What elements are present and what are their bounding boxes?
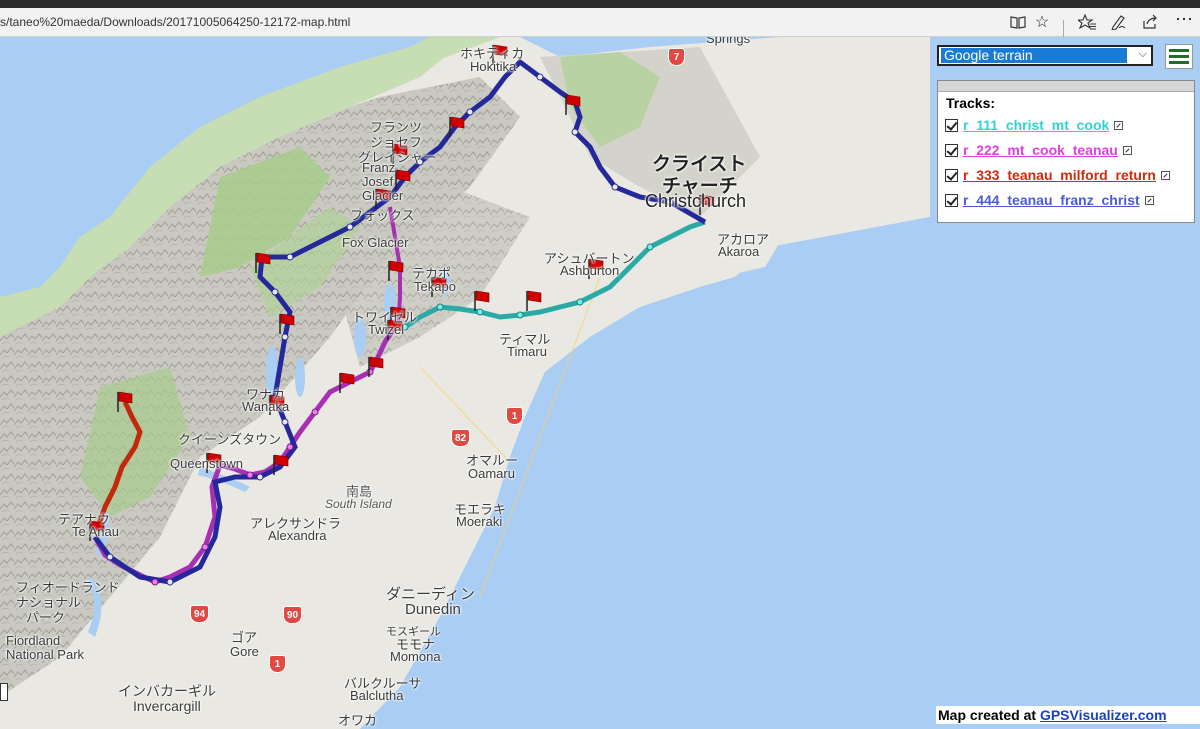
- label-momona-en: Momona: [390, 649, 441, 664]
- gpsvisualizer-link[interactable]: GPSVisualizer.com: [1040, 707, 1167, 723]
- label-owaka-jp: オワカ: [338, 713, 378, 728]
- track-4-checkbox[interactable]: [945, 193, 958, 207]
- hamburger-menu-icon[interactable]: [1165, 44, 1193, 69]
- track-3-link[interactable]: r_333_teanau_milford_return: [963, 167, 1156, 183]
- road-shield-1: 1: [506, 407, 523, 425]
- more-icon[interactable]: ⋯: [1172, 8, 1196, 30]
- label-fox-en: Fox Glacier: [342, 235, 409, 250]
- track-1-link[interactable]: r_111_christ_mt_cook: [963, 117, 1109, 133]
- favorites-hub-icon[interactable]: [1075, 11, 1099, 33]
- map-credit: Map created at GPSVisualizer.com: [936, 706, 1200, 724]
- browser-title-bar: [0, 0, 1200, 8]
- label-invercargill-en: Invercargill: [133, 698, 201, 714]
- credit-prefix: Map created at: [938, 707, 1040, 723]
- toolbar-divider: [1063, 20, 1064, 38]
- track-row-1: r_111_christ_mt_cook: [945, 115, 1124, 135]
- label-christchurch-en: Christchurch: [645, 191, 747, 211]
- track-row-2: r_222_mt_cook_teanau: [945, 140, 1132, 160]
- label-dunedin-en: Dunedin: [405, 601, 461, 618]
- track-1-checkbox[interactable]: [945, 118, 958, 132]
- road-shield-7: 7: [668, 48, 685, 66]
- label-akaroa-en: Akaroa: [718, 244, 760, 259]
- track-3-checkbox[interactable]: [945, 168, 958, 182]
- label-ashburton-en: Ashburton: [560, 263, 620, 278]
- road-shield-90: 90: [283, 606, 302, 624]
- label-wanaka-en: Wanaka: [242, 399, 290, 414]
- track-2-checkbox[interactable]: [945, 143, 958, 157]
- external-link-icon[interactable]: [1122, 145, 1132, 155]
- track-2-link[interactable]: r_222_mt_cook_teanau: [963, 142, 1118, 158]
- label-tekapo-en: Tekapo: [414, 279, 456, 294]
- label-oamaru-en: Oamaru: [468, 466, 515, 481]
- label-timaru-en: Timaru: [507, 344, 547, 359]
- label-alexandra-en: Alexandra: [268, 528, 327, 543]
- reading-view-icon[interactable]: [1006, 11, 1030, 33]
- share-icon[interactable]: [1138, 11, 1162, 33]
- track-4-link[interactable]: r_444_teanau_franz_christ: [963, 192, 1140, 208]
- label-teanau-en: Te Anau: [72, 524, 119, 539]
- label-queenstown-en: Queenstown: [170, 456, 243, 471]
- legend-title: Tracks:: [946, 95, 996, 111]
- map-type-select[interactable]: Google terrain ⌵: [937, 45, 1153, 66]
- track-row-4: r_444_teanau_franz_christ: [945, 190, 1154, 210]
- tracks-legend: Tracks: r_111_christ_mt_cook r_222_mt_co…: [937, 80, 1195, 223]
- external-link-icon[interactable]: [1114, 120, 1124, 130]
- favorite-star-icon[interactable]: ☆: [1030, 11, 1054, 33]
- label-moeraki-en: Moeraki: [456, 514, 503, 529]
- label-hokitika-en: Hokitika: [470, 59, 517, 74]
- map-type-selected-value: Google terrain: [941, 48, 1127, 63]
- label-balclutha-en: Balclutha: [350, 688, 404, 703]
- label-franz-en: Franz Josef Glacier: [362, 160, 404, 203]
- browser-toolbar: s/taneo%20maeda/Downloads/20171005064250…: [0, 8, 1200, 38]
- pen-icon[interactable]: [1106, 11, 1130, 33]
- label-fiordland-3: パーク: [26, 610, 66, 625]
- label-gore-en: Gore: [230, 644, 259, 659]
- map-scale-control[interactable]: [0, 683, 8, 701]
- label-south-island-en: South Island: [325, 497, 392, 511]
- external-link-icon[interactable]: [1160, 170, 1170, 180]
- external-link-icon[interactable]: [1144, 195, 1154, 205]
- road-shield-94: 94: [190, 605, 209, 623]
- legend-header-strip: [938, 81, 1194, 92]
- road-shield-1b: 1: [269, 655, 286, 673]
- address-bar[interactable]: s/taneo%20maeda/Downloads/20171005064250…: [0, 15, 350, 29]
- label-fox-jp: フォックス: [350, 208, 415, 223]
- label-fiordland-en: Fiordland National Park: [6, 633, 85, 662]
- label-springs: Springs: [706, 37, 751, 46]
- label-queenstown-jp: クイーンズタウン: [178, 432, 282, 447]
- track-row-3: r_333_teanau_milford_return: [945, 165, 1170, 185]
- label-twizel-en: Twizel: [368, 322, 405, 337]
- road-shield-82: 82: [451, 429, 470, 447]
- chevron-down-icon[interactable]: ⌵: [1139, 48, 1147, 61]
